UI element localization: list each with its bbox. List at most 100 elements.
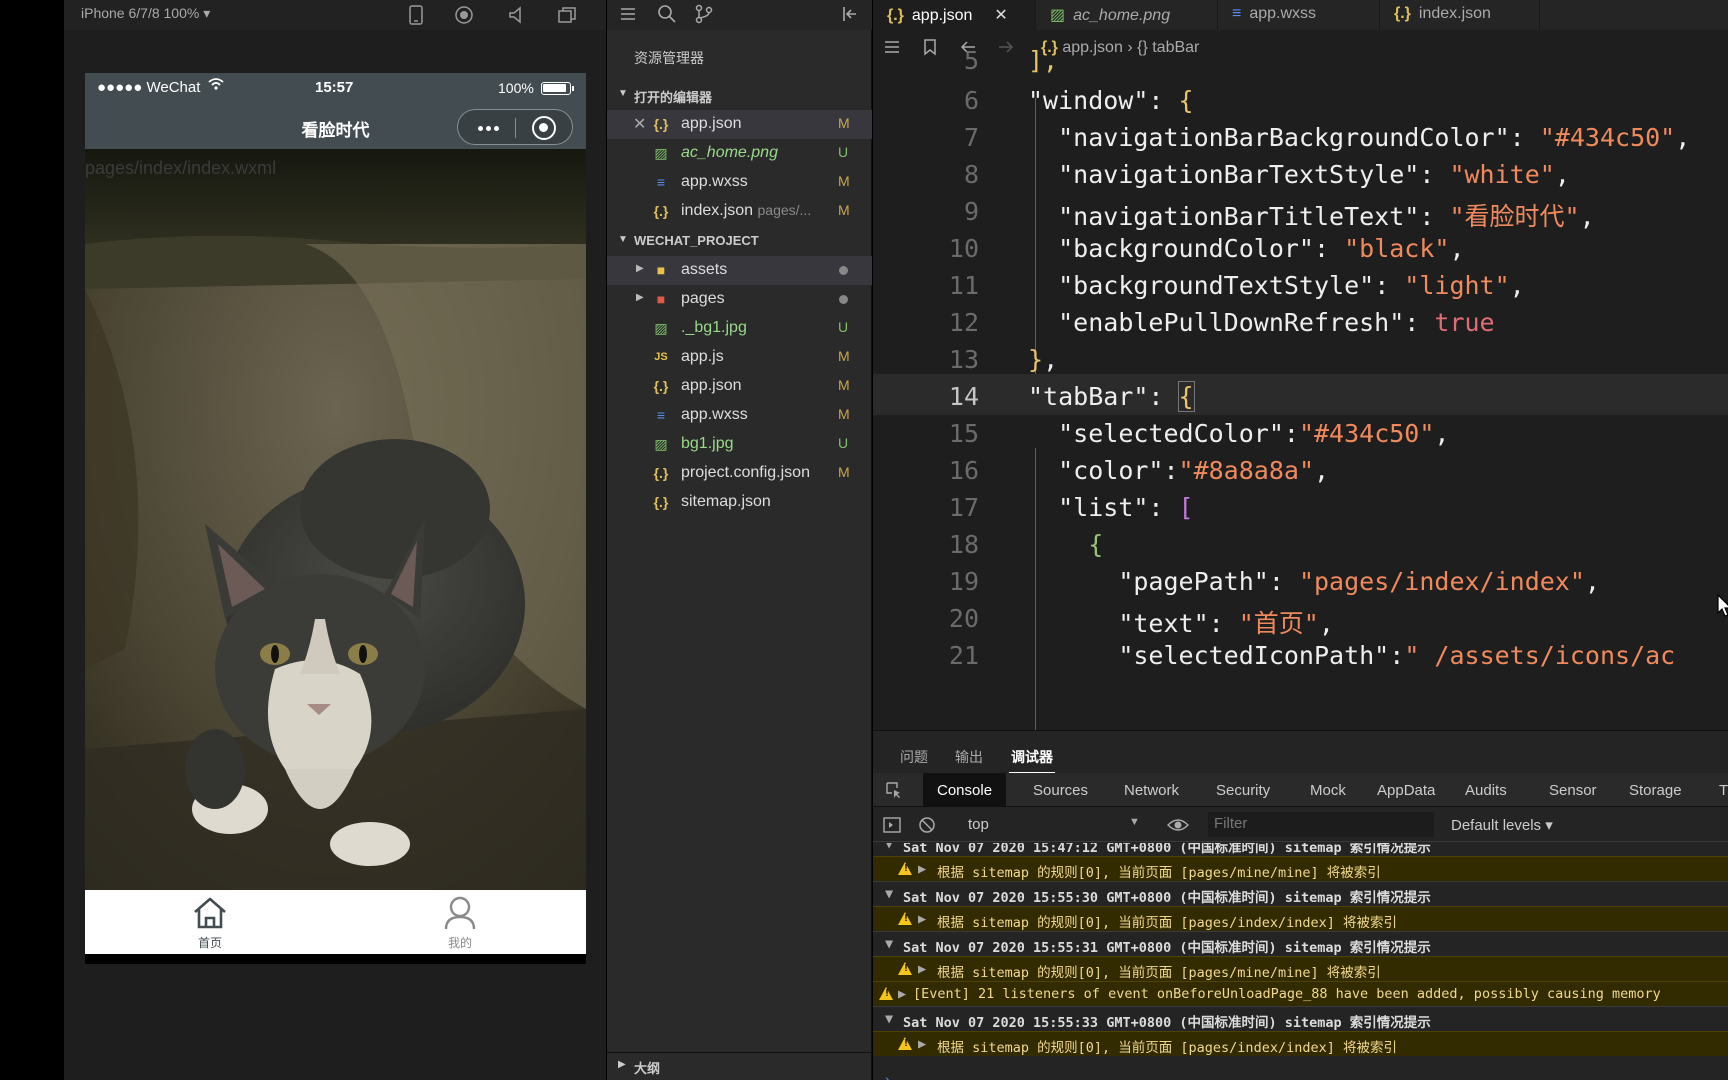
file-name: app.wxss — [681, 406, 748, 423]
open-editor-item[interactable]: ✕ {.} app.json M — [607, 110, 872, 139]
devtab-network[interactable]: Network — [1124, 782, 1179, 799]
context-selector[interactable]: top — [968, 816, 989, 833]
line-number: 11 — [948, 271, 979, 300]
devtab-sources[interactable]: Sources — [1033, 782, 1088, 799]
devtab-appdata[interactable]: AppData — [1377, 782, 1435, 799]
close-miniprogram-icon[interactable] — [532, 116, 556, 140]
project-section[interactable]: ▼ WECHAT_PROJECT — [607, 228, 872, 254]
image-icon: ▨ — [1050, 7, 1066, 24]
line-number: 20 — [948, 604, 979, 633]
list-icon[interactable] — [619, 5, 637, 28]
log-group-header[interactable]: ▼ Sat Nov 07 2020 15:47:12 GMT+0800 (中国标准… — [873, 843, 1728, 856]
editor-tabs: {.} app.json ✕ ▨ ac_home.png ≡ app.wxss {.} i… — [873, 0, 1728, 30]
collapse-panel-icon[interactable] — [840, 4, 860, 29]
code-line: 6 "window": { — [873, 78, 1728, 119]
file-item[interactable]: ▨ ._bg1.jpg U — [607, 314, 872, 343]
log-warning[interactable]: ▶ 根据 sitemap 的规则[0], 当前页面 [pages/mine/min… — [873, 856, 1728, 881]
chevron-right-icon: ▶ — [636, 263, 644, 274]
source-control-icon[interactable] — [694, 4, 714, 29]
file-item[interactable]: {.} app.json M — [607, 372, 872, 401]
expand-arrow-icon: ▶ — [898, 986, 907, 1002]
speaker-icon[interactable] — [506, 4, 528, 26]
tab-index-json[interactable]: {.} index.json — [1380, 0, 1540, 30]
chevron-right-icon: ▶ — [618, 1059, 626, 1070]
tab-label: index.json — [1418, 5, 1491, 22]
log-group-header[interactable]: ▼ Sat Nov 07 2020 15:55:30 GMT+0800 (中国标准… — [873, 881, 1728, 906]
device-selector[interactable]: iPhone 6/7/8 100% ▾ — [81, 5, 210, 22]
line-number: 16 — [948, 456, 979, 485]
tab-problems[interactable]: 问题 — [900, 747, 928, 767]
tab-mine-label: 我的 — [447, 936, 472, 950]
log-levels-dropdown[interactable]: Default levels ▾ — [1451, 816, 1553, 834]
git-status: U — [838, 435, 849, 451]
file-item[interactable]: ≡ app.wxss M — [607, 401, 872, 430]
open-editor-item[interactable]: ≡ app.wxss M — [607, 168, 872, 197]
log-warning[interactable]: ▶ 根据 sitemap 的规则[0], 当前页面 [pages/index/in… — [873, 906, 1728, 931]
close-icon[interactable]: ✕ — [633, 114, 646, 134]
sidebar-toggle-icon[interactable] — [883, 816, 901, 838]
expand-arrow-icon: ▼ — [885, 886, 894, 902]
eye-icon[interactable] — [1167, 817, 1189, 837]
log-text: Sat Nov 07 2020 15:47:12 GMT+0800 (中国标准时… — [903, 843, 1431, 856]
file-item[interactable]: {.} sitemap.json — [607, 488, 872, 517]
line-number: 6 — [963, 86, 979, 115]
log-group-header[interactable]: ▼ Sat Nov 07 2020 15:55:33 GMT+0800 (中国标准… — [873, 1006, 1728, 1031]
devtab-security[interactable]: Security — [1216, 782, 1270, 799]
git-status: U — [838, 319, 849, 335]
window-icon[interactable] — [556, 4, 578, 26]
more-icon[interactable] — [468, 116, 508, 140]
outline-section[interactable]: ▶ 大纲 — [607, 1052, 872, 1080]
capsule-divider — [515, 118, 516, 138]
inspect-element-icon[interactable] — [885, 781, 903, 803]
explorer-title: 资源管理器 — [634, 50, 704, 66]
devtab-more[interactable]: T — [1719, 782, 1728, 799]
devtab-console[interactable]: Console — [923, 773, 1007, 807]
line-number: 13 — [948, 345, 979, 374]
open-editors-section[interactable]: ▼ 打开的编辑器 — [607, 82, 872, 108]
log-warning[interactable]: ▶ 根据 sitemap 的规则[0], 当前页面 [pages/mine/min… — [873, 956, 1728, 981]
line-number: 12 — [948, 308, 979, 337]
open-editor-item[interactable]: {.} index.json pages/... M — [607, 197, 872, 226]
console-toolbar: top ▼ Filter Default levels ▾ — [873, 808, 1728, 842]
console-prompt[interactable]: › — [885, 1071, 890, 1080]
tab-mine[interactable]: 我的 — [335, 890, 585, 954]
line-number: 14 — [948, 382, 979, 411]
json-icon: {.} — [1394, 5, 1411, 22]
tab-app-wxss[interactable]: ≡ app.wxss — [1218, 0, 1380, 30]
css-icon: ≡ — [656, 174, 666, 190]
log-text: 根据 sitemap 的规则[0], 当前页面 [pages/index/ind… — [937, 915, 1397, 931]
tab-app-json[interactable]: {.} app.json ✕ — [873, 0, 1036, 30]
folder-item[interactable]: ▶ ■ pages — [607, 285, 872, 314]
file-item[interactable]: ▨ bg1.jpg U — [607, 430, 872, 459]
devtab-audits[interactable]: Audits — [1465, 782, 1507, 799]
open-editor-item[interactable]: ▨ ac_home.png U — [607, 139, 872, 168]
warning-icon — [898, 862, 912, 875]
battery-icon — [541, 82, 574, 95]
tab-ac-home-png[interactable]: ▨ ac_home.png — [1036, 0, 1218, 30]
file-item[interactable]: JS app.js M — [607, 343, 872, 372]
file-item[interactable]: {.} project.config.json M — [607, 459, 872, 488]
devtab-mock[interactable]: Mock — [1310, 782, 1346, 799]
tab-home[interactable]: 首页 — [85, 890, 335, 954]
git-status: M — [838, 377, 850, 393]
log-warning[interactable]: ▶ 根据 sitemap 的规则[0], 当前页面 [pages/index/in… — [873, 1031, 1728, 1056]
tab-label: app.json — [911, 7, 973, 24]
desktop-edge — [0, 0, 64, 1080]
log-warning[interactable]: ▶ [Event] 21 listeners of event onBeforeU… — [873, 981, 1728, 1006]
code-area[interactable]: 5], 6 "window": { 7 "navigationBarBackgro… — [873, 46, 1728, 730]
search-icon[interactable] — [657, 4, 677, 29]
tab-debugger[interactable]: 调试器 — [1009, 747, 1055, 774]
filter-input[interactable]: Filter — [1208, 812, 1434, 837]
log-group-header[interactable]: ▼ Sat Nov 07 2020 15:55:31 GMT+0800 (中国标准… — [873, 931, 1728, 956]
clear-console-icon[interactable] — [918, 816, 936, 838]
devtab-sensor[interactable]: Sensor — [1549, 782, 1597, 799]
folder-item[interactable]: ▶ ■ assets — [607, 256, 872, 285]
record-icon[interactable] — [453, 4, 475, 26]
log-text: Sat Nov 07 2020 15:55:33 GMT+0800 (中国标准时… — [903, 1015, 1431, 1031]
phone-icon[interactable] — [405, 4, 427, 26]
tab-output[interactable]: 输出 — [955, 747, 983, 767]
close-icon[interactable]: ✕ — [994, 7, 1007, 24]
devtab-storage[interactable]: Storage — [1629, 782, 1682, 799]
code-line: 20 "text": "首页", — [873, 596, 1728, 638]
code-line: 10 "backgroundColor": "black", — [873, 226, 1728, 267]
